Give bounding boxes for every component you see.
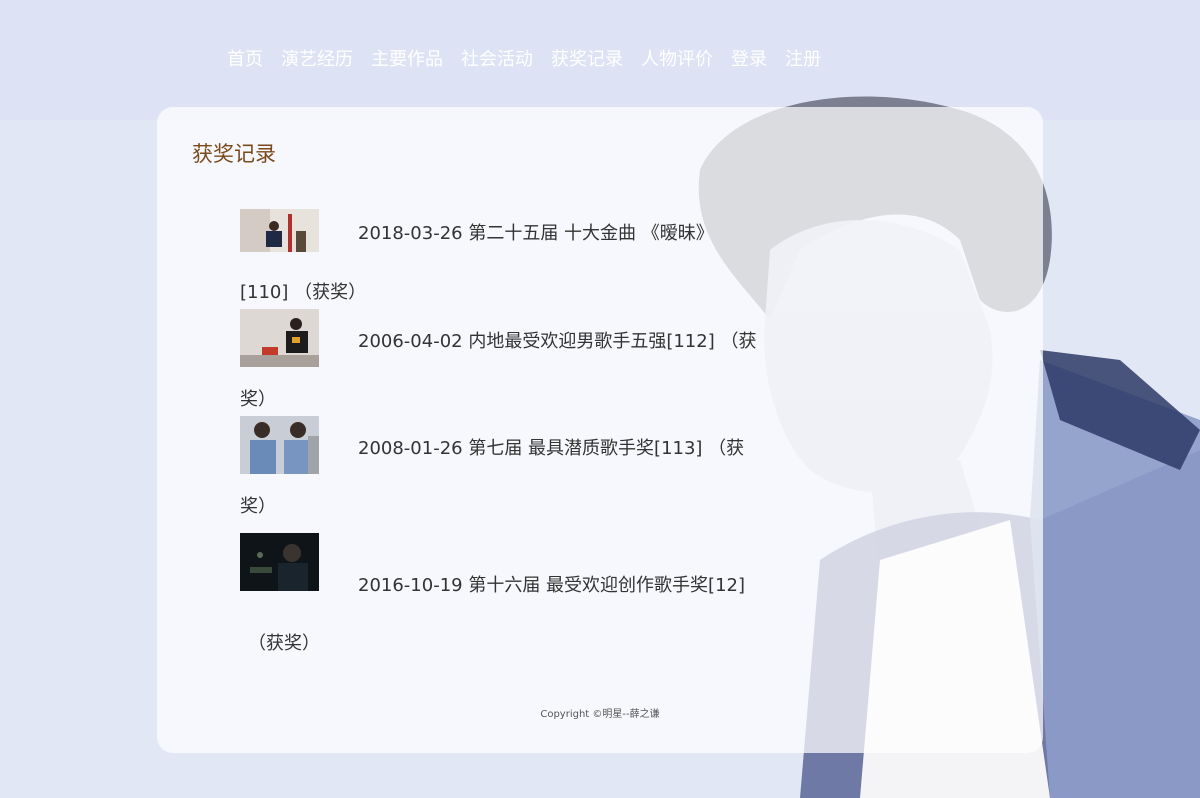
award-text-continued: [110] （获奖） — [240, 282, 367, 303]
main-nav: 首页 演艺经历 主要作品 社会活动 获奖记录 人物评价 登录 注册 — [218, 40, 830, 76]
award-text: 2018-03-26 第二十五届 十大金曲 《暧昧》 — [358, 223, 714, 244]
award-text-continued: 奖） — [240, 496, 276, 517]
nav-item-career[interactable]: 演艺经历 — [281, 45, 353, 71]
nav-item-awards[interactable]: 获奖记录 — [551, 45, 623, 71]
nav-item-register[interactable]: 注册 — [785, 45, 821, 71]
nav-item-social[interactable]: 社会活动 — [461, 45, 533, 71]
nav-item-login[interactable]: 登录 — [731, 45, 767, 71]
content-card: 获奖记录 2018-03-26 第二十五届 十大金曲 《暧昧》 [110] （获… — [157, 107, 1043, 753]
award-thumbnail — [240, 209, 319, 252]
nav-item-reviews[interactable]: 人物评价 — [641, 45, 713, 71]
award-thumbnail — [240, 416, 319, 474]
award-text: 2016-10-19 第十六届 最受欢迎创作歌手奖[12] — [358, 575, 745, 596]
nav-item-works[interactable]: 主要作品 — [371, 45, 443, 71]
award-text-continued: （获奖） — [248, 633, 320, 654]
section-title: 获奖记录 — [192, 142, 276, 166]
award-text: 2008-01-26 第七届 最具潜质歌手奖[113] （获 — [358, 438, 745, 459]
nav-item-home[interactable]: 首页 — [227, 45, 263, 71]
copyright-footer: Copyright ©明星--薛之谦 — [540, 709, 660, 720]
award-thumbnail — [240, 533, 319, 591]
award-text-continued: 奖） — [240, 389, 276, 410]
award-text: 2006-04-02 内地最受欢迎男歌手五强[112] （获 — [358, 331, 757, 352]
award-thumbnail — [240, 309, 319, 367]
